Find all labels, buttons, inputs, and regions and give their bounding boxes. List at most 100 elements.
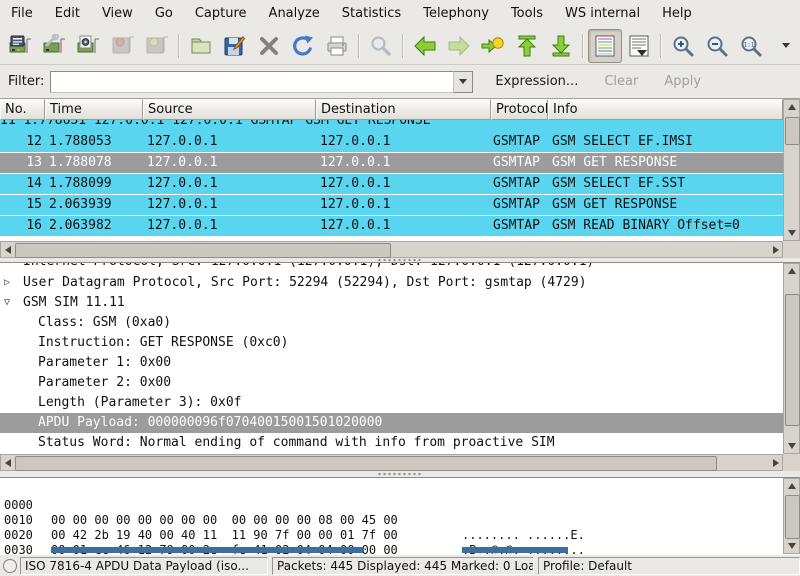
detail-row-udp[interactable]: ▷ User Datagram Protocol, Src Port: 5229…: [0, 273, 783, 293]
restart-capture-icon[interactable]: [140, 29, 174, 63]
menu-file[interactable]: File: [0, 2, 44, 25]
menu-go[interactable]: Go: [144, 2, 184, 25]
menu-tools[interactable]: Tools: [500, 2, 554, 25]
status-packet-counts: Packets: 445 Displayed: 445 Marked: 0 Lo…: [272, 557, 534, 575]
goto-packet-icon[interactable]: [476, 29, 510, 63]
save-file-icon[interactable]: [218, 29, 252, 63]
reload-icon[interactable]: [286, 29, 320, 63]
scroll-thumb[interactable]: [15, 456, 717, 471]
packet-list-header: No. Time Source Destination Protocol Inf…: [0, 99, 783, 120]
filter-input[interactable]: [50, 71, 454, 93]
detail-row-length[interactable]: Length (Parameter 3): 0x0f: [0, 393, 783, 413]
go-forward-icon[interactable]: [442, 29, 476, 63]
go-bottom-icon[interactable]: [544, 29, 578, 63]
packet-row-selected[interactable]: 13 1.788078 127.0.0.1 127.0.0.1 GSMTAP G…: [0, 153, 783, 173]
print-icon[interactable]: [320, 29, 354, 63]
detail-row-apdu-payload-selected[interactable]: APDU Payload: 000000096f0704001500150102…: [0, 413, 783, 433]
packet-list-vscrollbar[interactable]: [783, 99, 800, 241]
details-vscrollbar[interactable]: [783, 263, 800, 454]
column-header-protocol[interactable]: Protocol: [491, 99, 548, 120]
scroll-right-icon[interactable]: [769, 242, 782, 257]
hex-dump-pane: 0000 00 00 00 00 00 00 00 00 00 00 00 00…: [0, 477, 800, 554]
packet-row[interactable]: 16 2.063982 127.0.0.1 127.0.0.1 GSMTAP G…: [0, 216, 783, 236]
menu-analyze[interactable]: Analyze: [258, 2, 331, 25]
packet-details-pane: Internet Protocol, Src: 127.0.0.1 (127.0…: [0, 262, 800, 454]
go-back-icon[interactable]: [408, 29, 442, 63]
menu-ws-internal[interactable]: WS internal: [554, 2, 651, 25]
list-interfaces-icon[interactable]: [4, 29, 38, 63]
hex-vscrollbar[interactable]: [783, 478, 800, 554]
scroll-down-icon[interactable]: [784, 539, 799, 553]
detail-row-instruction[interactable]: Instruction: GET RESPONSE (0xc0): [0, 333, 783, 353]
details-hscrollbar[interactable]: [0, 454, 783, 471]
packet-row-partial[interactable]: 11 1.778651 127.0.0.1 127.0.0.1 GSMTAP G…: [0, 120, 783, 132]
splitter-grip-icon: [377, 472, 423, 476]
apply-button[interactable]: Apply: [660, 72, 705, 91]
capture-options-icon[interactable]: [38, 29, 72, 63]
expander-collapsed-icon[interactable]: ▷: [4, 273, 18, 293]
column-header-info[interactable]: Info: [548, 99, 783, 120]
stop-capture-icon[interactable]: [106, 29, 140, 63]
expression-button[interactable]: Expression...: [491, 72, 582, 91]
detail-row-gsm-sim[interactable]: ▽ GSM SIM 11.11: [0, 293, 783, 313]
clear-button[interactable]: Clear: [600, 72, 642, 91]
scroll-thumb[interactable]: [785, 495, 800, 539]
scroll-right-icon[interactable]: [769, 455, 782, 470]
hex-row[interactable]: 0020 00 01 cc 46 12 79 00 2e fe 41 02 04…: [0, 513, 783, 528]
column-header-source[interactable]: Source: [143, 99, 316, 120]
detail-row-parameter2[interactable]: Parameter 2: 0x00: [0, 373, 783, 393]
menu-help[interactable]: Help: [651, 2, 703, 25]
auto-scroll-icon[interactable]: [622, 29, 656, 63]
filter-dropdown-button[interactable]: [454, 71, 473, 93]
scroll-down-icon[interactable]: [784, 439, 799, 453]
column-header-no[interactable]: No.: [0, 99, 45, 120]
menu-statistics[interactable]: Statistics: [331, 2, 412, 25]
zoom-in-icon[interactable]: [666, 29, 700, 63]
column-header-time[interactable]: Time: [45, 99, 143, 120]
expert-info-button[interactable]: [0, 559, 20, 573]
menu-edit[interactable]: Edit: [44, 2, 91, 25]
scroll-left-icon[interactable]: [1, 455, 14, 470]
find-icon[interactable]: [364, 29, 398, 63]
menu-view[interactable]: View: [91, 2, 144, 25]
scroll-left-icon[interactable]: [1, 242, 14, 257]
menu-telephony[interactable]: Telephony: [412, 2, 500, 25]
packet-row[interactable]: 14 1.788099 127.0.0.1 127.0.0.1 GSMTAP G…: [0, 174, 783, 194]
close-file-icon[interactable]: [252, 29, 286, 63]
expander-expanded-icon[interactable]: ▽: [4, 293, 18, 313]
hex-row[interactable]: 0010 00 42 2b 19 40 00 40 11 11 90 7f 00…: [0, 498, 783, 513]
filter-toolbar: Filter: Expression... Clear Apply: [0, 65, 800, 99]
detail-row-class[interactable]: Class: GSM (0xa0): [0, 313, 783, 333]
main-toolbar: 1:1: [0, 27, 800, 65]
packet-list-hscrollbar[interactable]: [0, 241, 783, 258]
toolbar-separator: [660, 34, 662, 58]
open-file-icon[interactable]: [184, 29, 218, 63]
scroll-thumb[interactable]: [785, 294, 800, 426]
scroll-up-icon[interactable]: [784, 264, 799, 278]
hex-row[interactable]: 0030 00 00 00 00 00 00 00 00 00 00 a0 c0…: [0, 528, 783, 543]
colorize-icon[interactable]: [588, 29, 622, 63]
scroll-thumb[interactable]: [785, 117, 800, 145]
detail-row-parameter1[interactable]: Parameter 1: 0x00: [0, 353, 783, 373]
packet-row[interactable]: 15 2.063939 127.0.0.1 127.0.0.1 GSMTAP G…: [0, 195, 783, 215]
hex-row[interactable]: 0000 00 00 00 00 00 00 00 00 00 00 00 00…: [0, 483, 783, 498]
scroll-thumb[interactable]: [15, 243, 391, 258]
expert-info-icon: [3, 559, 17, 573]
zoom-out-icon[interactable]: [700, 29, 734, 63]
packet-list-body: 11 1.778651 127.0.0.1 127.0.0.1 GSMTAP G…: [0, 120, 783, 241]
detail-row-partial[interactable]: Internet Protocol, Src: 127.0.0.1 (127.0…: [0, 263, 783, 272]
column-header-destination[interactable]: Destination: [316, 99, 491, 120]
scroll-up-icon[interactable]: [784, 100, 799, 114]
go-top-icon[interactable]: [510, 29, 544, 63]
scrollbar-corner: [783, 454, 800, 471]
menu-bar: File Edit View Go Capture Analyze Statis…: [0, 0, 800, 28]
hex-selection-partial-row: [462, 547, 568, 553]
packet-row[interactable]: 12 1.788053 127.0.0.1 127.0.0.1 GSMTAP G…: [0, 132, 783, 152]
detail-row-status-word[interactable]: Status Word: Normal ending of command wi…: [0, 433, 783, 453]
zoom-100-icon[interactable]: 1:1: [734, 29, 768, 63]
menu-capture[interactable]: Capture: [184, 2, 258, 25]
more-tools-icon[interactable]: [774, 29, 798, 63]
scroll-up-icon[interactable]: [784, 479, 799, 493]
start-capture-icon[interactable]: [72, 29, 106, 63]
scroll-down-icon[interactable]: [784, 226, 799, 240]
